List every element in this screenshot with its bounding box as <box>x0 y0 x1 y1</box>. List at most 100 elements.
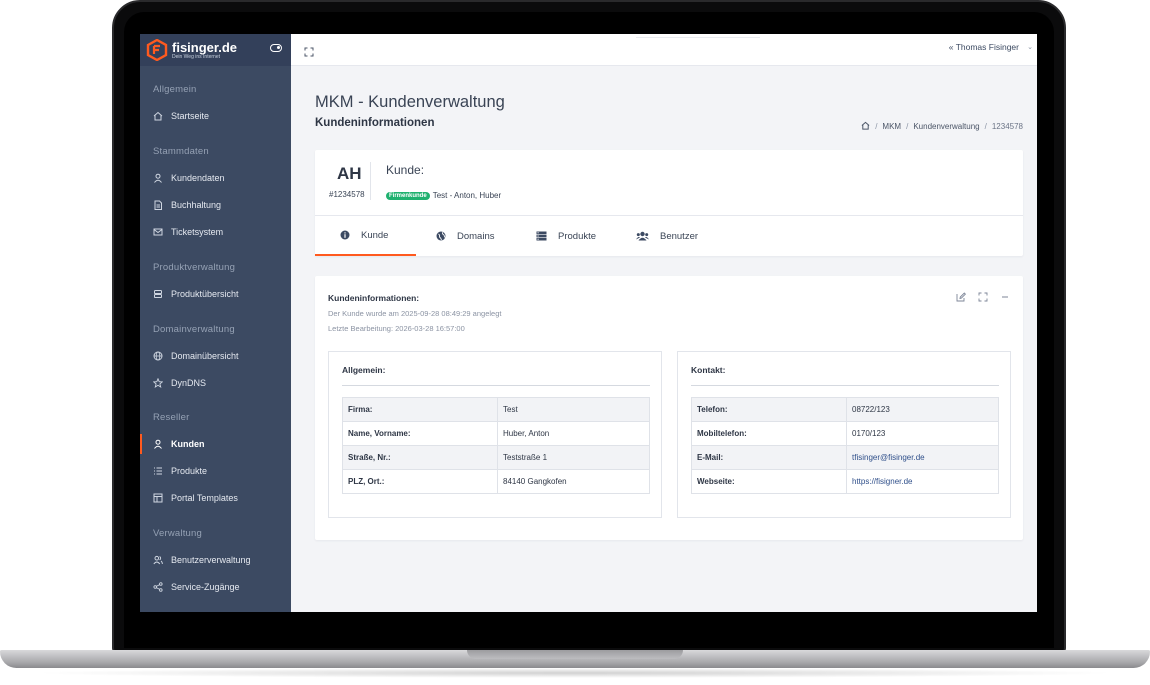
general-box: Allgemein: Firma: Test Name, Vorname: Hube… <box>328 351 662 518</box>
sidebar-item-label: Kundendaten <box>171 173 225 183</box>
user-name: Thomas Fisinger <box>955 42 1019 52</box>
status-badge: Firmenkunde <box>386 191 430 200</box>
sidebar-item-domainuebersicht[interactable]: Domainübersicht <box>140 346 291 366</box>
general-table: Firma: Test Name, Vorname: Huber, Anton St… <box>342 397 650 494</box>
breadcrumb-item[interactable]: Kundenverwaltung <box>913 122 979 131</box>
customer-label: Kunde: <box>386 163 425 177</box>
user-icon <box>153 439 163 449</box>
sidebar-item-label: Produktübersicht <box>171 289 239 299</box>
divider <box>370 162 371 200</box>
users-icon <box>636 231 649 241</box>
info-icon <box>340 230 350 240</box>
table-row: Straße, Nr.: Teststraße 1 <box>342 445 650 470</box>
nav-section-reseller: Reseller <box>153 412 190 423</box>
sidebar-item-kunden[interactable]: Kunden <box>140 434 291 454</box>
main-content: MKM - Kundenverwaltung Kundeninformation… <box>291 66 1037 612</box>
sidebar-item-label: Service-Zugänge <box>171 582 240 592</box>
collapse-icon[interactable] <box>1000 292 1010 302</box>
fullscreen-icon[interactable] <box>304 44 314 57</box>
sidebar-item-produkte[interactable]: Produkte <box>140 461 291 481</box>
contact-table: Telefon: 08722/123 Mobiltelefon: 0170/123 … <box>691 397 999 494</box>
field-value: 08722/123 <box>846 397 999 422</box>
laptop-frame: fisinger.de Dein Weg ins Internet Allgem… <box>0 0 1150 685</box>
sidebar-item-label: Benutzerverwaltung <box>171 555 251 565</box>
edit-icon[interactable] <box>956 292 966 302</box>
customer-name-row: Firmenkunde Test - Anton, Huber <box>386 191 501 200</box>
layout-icon <box>153 493 163 503</box>
share-icon <box>153 582 163 592</box>
sidebar-toggle-icon[interactable] <box>270 44 282 52</box>
table-row: Webseite: https://fisigner.de <box>691 469 999 494</box>
tab-benutzer[interactable]: Benutzer <box>636 216 698 256</box>
table-row: Mobiltelefon: 0170/123 <box>691 421 999 446</box>
info-created: Der Kunde wurde am 2025-09-28 08:49:29 a… <box>328 309 502 318</box>
sidebar-item-label: Domainübersicht <box>171 351 239 361</box>
document-icon <box>153 200 163 210</box>
brand[interactable]: fisinger.de Dein Weg ins Internet <box>140 34 291 66</box>
user-icon <box>153 173 163 183</box>
sidebar: fisinger.de Dein Weg ins Internet Allgem… <box>140 34 291 612</box>
field-label: Straße, Nr.: <box>342 445 498 470</box>
breadcrumb-item[interactable]: MKM <box>882 122 901 131</box>
server-icon <box>536 231 547 241</box>
users-icon <box>153 555 163 565</box>
field-label: Name, Vorname: <box>342 421 498 446</box>
field-label: Mobiltelefon: <box>691 421 847 446</box>
field-label: PLZ, Ort.: <box>342 469 498 494</box>
tab-produkte[interactable]: Produkte <box>536 216 596 256</box>
divider <box>691 385 999 386</box>
user-menu[interactable]: « Thomas Fisinger <box>949 42 1019 52</box>
sidebar-item-label: Ticketsystem <box>171 227 224 237</box>
home-icon[interactable] <box>861 121 870 132</box>
field-value: 84140 Gangkofen <box>497 469 650 494</box>
field-value: Huber, Anton <box>497 421 650 446</box>
sidebar-item-label: DynDNS <box>171 378 207 388</box>
tab-kunde[interactable]: Kunde <box>315 216 416 256</box>
email-link[interactable]: tfisinger@fisinger.de <box>846 445 999 470</box>
sidebar-item-dyndns[interactable]: DynDNS <box>140 373 291 393</box>
field-value: Teststraße 1 <box>497 445 650 470</box>
mail-icon <box>153 227 163 237</box>
list-icon <box>153 466 163 476</box>
field-value: 0170/123 <box>846 421 999 446</box>
field-label: E-Mail: <box>691 445 847 470</box>
chevron-down-icon[interactable]: ⌄ <box>1027 43 1033 51</box>
table-row: E-Mail: tfisinger@fisinger.de <box>691 445 999 470</box>
sidebar-item-produktuebersicht[interactable]: Produktübersicht <box>140 284 291 304</box>
sidebar-item-label: Kunden <box>171 439 205 449</box>
page-subtitle: Kundeninformationen <box>315 117 435 129</box>
fullscreen-icon[interactable] <box>978 292 988 302</box>
screen: fisinger.de Dein Weg ins Internet Allgem… <box>140 34 1037 612</box>
user-icon: « <box>948 42 954 52</box>
sidebar-item-buchhaltung[interactable]: Buchhaltung <box>140 195 291 215</box>
sidebar-item-ticketsystem[interactable]: Ticketsystem <box>140 222 291 242</box>
tab-label: Kunde <box>361 229 389 241</box>
tab-label: Domains <box>457 230 495 242</box>
sidebar-item-label: Portal Templates <box>171 493 238 503</box>
breadcrumb: / MKM / Kundenverwaltung / 1234578 <box>861 121 1023 132</box>
divider <box>342 385 650 386</box>
field-label: Webseite: <box>691 469 847 494</box>
sidebar-item-portal-templates[interactable]: Portal Templates <box>140 488 291 508</box>
sidebar-item-benutzerverwaltung[interactable]: Benutzerverwaltung <box>140 550 291 570</box>
tab-domains[interactable]: Domains <box>436 216 495 256</box>
table-row: Telefon: 08722/123 <box>691 397 999 422</box>
nav-section-verwaltung: Verwaltung <box>153 528 203 539</box>
contact-title: Kontakt: <box>691 365 726 375</box>
sidebar-item-label: Startseite <box>171 111 210 121</box>
sidebar-item-kundendaten[interactable]: Kundendaten <box>140 168 291 188</box>
customer-info-card: Kundeninformationen: Der Kunde wurde am … <box>315 276 1023 540</box>
globe-icon <box>436 231 446 241</box>
sidebar-item-startseite[interactable]: Startseite <box>140 106 291 126</box>
breadcrumb-current: 1234578 <box>991 122 1023 131</box>
home-icon <box>153 111 163 121</box>
nav-section-allgemein: Allgemein <box>153 84 197 95</box>
nav-section-domainverwaltung: Domainverwaltung <box>153 324 235 335</box>
nav-section-produktverwaltung: Produktverwaltung <box>153 262 236 273</box>
table-row: PLZ, Ort.: 84140 Gangkofen <box>342 469 650 494</box>
sidebar-item-service-zugaenge[interactable]: Service-Zugänge <box>140 577 291 597</box>
globe-icon <box>153 351 163 361</box>
customer-name: Test - Anton, Huber <box>432 191 502 200</box>
website-link[interactable]: https://fisigner.de <box>846 469 999 494</box>
field-value: Test <box>497 397 650 422</box>
